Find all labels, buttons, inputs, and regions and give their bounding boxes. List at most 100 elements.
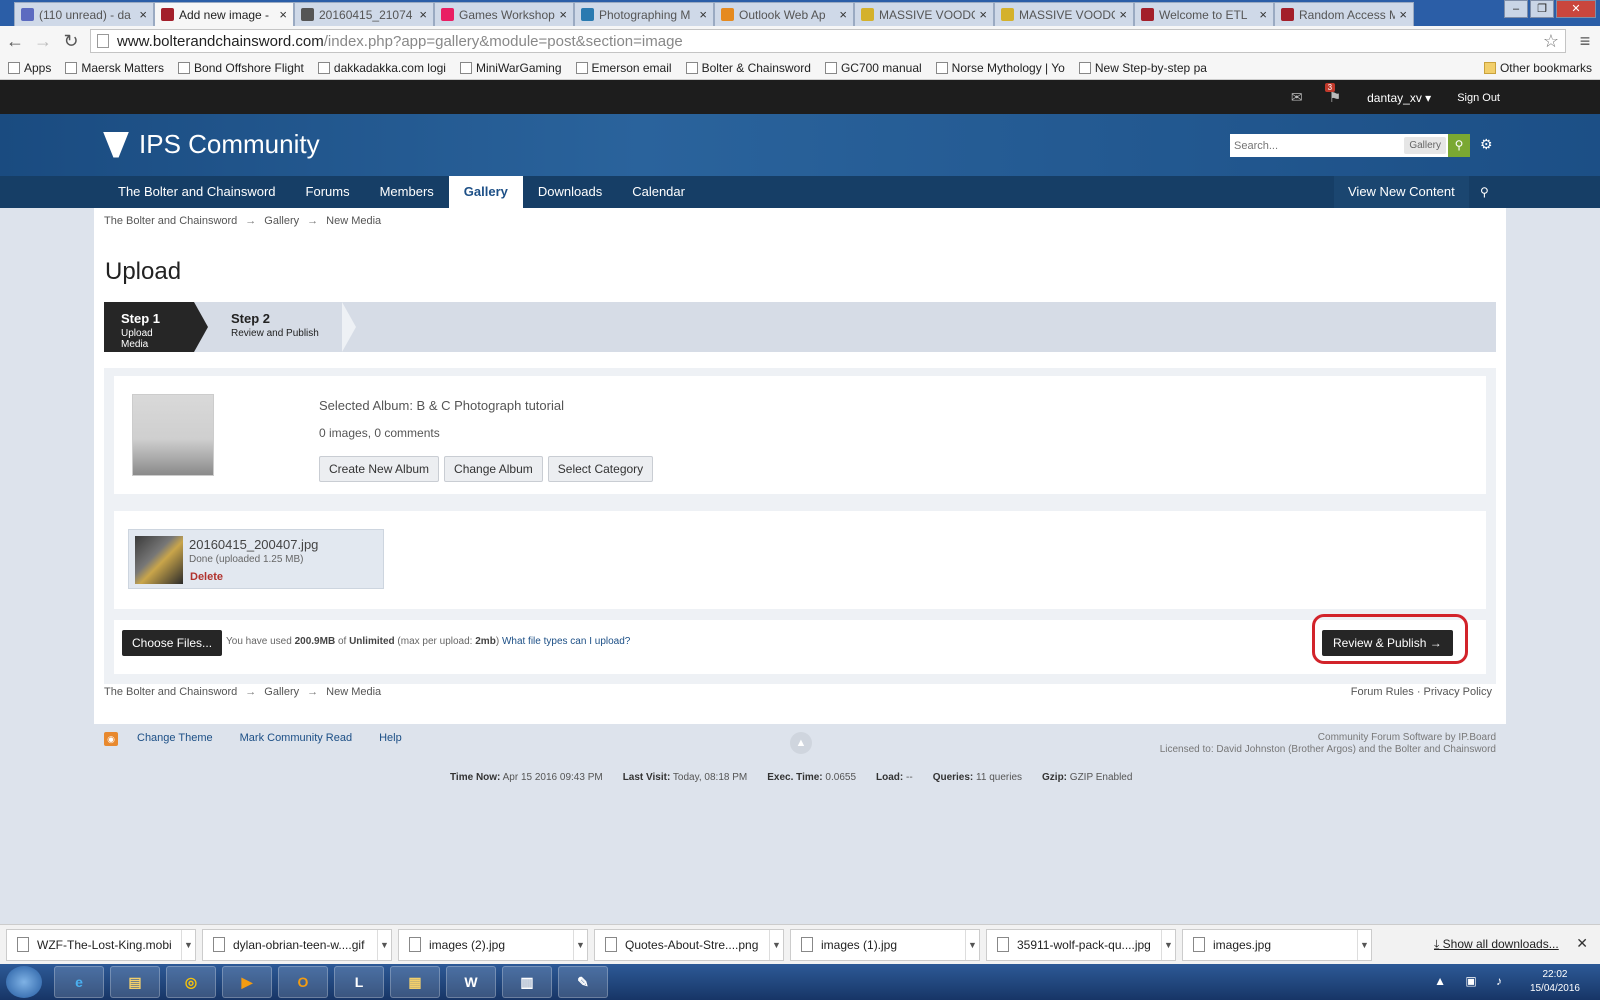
- lync-icon[interactable]: L: [334, 966, 384, 998]
- forward-icon[interactable]: →: [34, 31, 52, 52]
- other-bookmarks[interactable]: Other bookmarks: [1483, 61, 1592, 75]
- search-scope[interactable]: Gallery: [1404, 137, 1446, 154]
- tab-close-icon[interactable]: ×: [979, 7, 987, 22]
- start-button[interactable]: [6, 966, 42, 998]
- nav-tab-gallery[interactable]: Gallery: [448, 176, 523, 208]
- star-icon[interactable]: ☆: [1543, 31, 1559, 52]
- breadcrumb-item[interactable]: New Media: [326, 686, 381, 698]
- tab-close-icon[interactable]: ×: [1259, 7, 1267, 22]
- browser-tab[interactable]: (110 unread) - da ×: [14, 2, 154, 26]
- search-icon[interactable]: ⚲: [1448, 134, 1470, 157]
- paint-icon[interactable]: ✎: [558, 966, 608, 998]
- bookmark-item[interactable]: Bolter & Chainsword: [685, 61, 811, 75]
- download-menu-icon[interactable]: ▼: [377, 929, 391, 960]
- sign-out-link[interactable]: Sign Out: [1457, 92, 1500, 104]
- gear-icon[interactable]: ⚙: [1480, 136, 1493, 153]
- username-menu[interactable]: dantay_xv ▾: [1367, 91, 1431, 105]
- inbox-icon[interactable]: ✉: [1291, 89, 1303, 106]
- footer-link[interactable]: Change Theme: [137, 732, 213, 744]
- bookmark-item[interactable]: Emerson email: [575, 61, 672, 75]
- bookmark-item[interactable]: Bond Offshore Flight: [178, 61, 304, 75]
- menu-icon[interactable]: ≡: [1576, 31, 1594, 52]
- footer-link[interactable]: Mark Community Read: [240, 732, 352, 744]
- download-item[interactable]: images.jpg ▼: [1182, 928, 1372, 961]
- delete-file-link[interactable]: Delete: [190, 571, 223, 583]
- explorer-icon[interactable]: ▤: [110, 966, 160, 998]
- browser-tab[interactable]: Welcome to ETL ×: [1134, 2, 1274, 26]
- download-item[interactable]: images (1).jpg ▼: [790, 928, 980, 961]
- back-to-top-icon[interactable]: ▲: [790, 732, 812, 754]
- download-item[interactable]: dylan-obrian-teen-w....gif ▼: [202, 928, 392, 961]
- breadcrumb-item[interactable]: The Bolter and Chainsword: [104, 215, 237, 227]
- review-publish-button[interactable]: Review & Publish →: [1322, 630, 1453, 656]
- back-icon[interactable]: ←: [6, 31, 24, 52]
- media-player-icon[interactable]: ▶: [222, 966, 272, 998]
- app-icon[interactable]: ▦: [390, 966, 440, 998]
- nav-tab-downloads[interactable]: Downloads: [523, 176, 617, 208]
- choose-files-button[interactable]: Choose Files...: [122, 630, 223, 656]
- download-item[interactable]: WZF-The-Lost-King.mobi ▼: [6, 928, 196, 961]
- maximize-button[interactable]: ❐: [1530, 0, 1554, 18]
- download-menu-icon[interactable]: ▼: [573, 929, 587, 960]
- clock[interactable]: 22:02 15/04/2016: [1530, 968, 1580, 996]
- bookmark-item[interactable]: Norse Mythology | Yo: [935, 61, 1065, 75]
- download-item[interactable]: Quotes-About-Stre....png ▼: [594, 928, 784, 961]
- browser-tab[interactable]: Add new image - ×: [154, 2, 294, 26]
- browser-tab[interactable]: Games Workshop ×: [434, 2, 574, 26]
- browser-tab[interactable]: Random Access M ×: [1274, 2, 1414, 26]
- bookmark-item[interactable]: GC700 manual: [824, 61, 922, 75]
- site-logo[interactable]: IPS Community: [103, 129, 320, 160]
- rss-icon[interactable]: ◉: [104, 732, 118, 746]
- tab-close-icon[interactable]: ×: [839, 7, 847, 22]
- browser-tab[interactable]: MASSIVE VOODO ×: [994, 2, 1134, 26]
- footer-links[interactable]: Forum Rules · Privacy Policy: [1351, 686, 1492, 698]
- tab-close-icon[interactable]: ×: [559, 7, 567, 22]
- nav-tab-members[interactable]: Members: [365, 176, 449, 208]
- bookmark-item[interactable]: MiniWarGaming: [459, 61, 562, 75]
- download-menu-icon[interactable]: ▼: [1161, 929, 1175, 960]
- outlook-icon[interactable]: O: [278, 966, 328, 998]
- nav-tab-calendar[interactable]: Calendar: [617, 176, 700, 208]
- select-category-button[interactable]: Select Category: [547, 456, 654, 482]
- notifications-icon[interactable]: ⚑ 3: [1324, 83, 1341, 106]
- browser-tab[interactable]: MASSIVE VOODO ×: [854, 2, 994, 26]
- software-credit[interactable]: Community Forum Software by IP.Board: [1160, 732, 1496, 744]
- breadcrumb-item[interactable]: New Media: [326, 215, 381, 227]
- search-input[interactable]: [1230, 135, 1405, 156]
- download-menu-icon[interactable]: ▼: [965, 929, 979, 960]
- close-icon[interactable]: ✕: [1576, 935, 1588, 952]
- ie-icon[interactable]: e: [54, 966, 104, 998]
- bookmark-item[interactable]: New Step-by-step pa: [1078, 61, 1207, 75]
- download-item[interactable]: images (2).jpg ▼: [398, 928, 588, 961]
- footer-link[interactable]: Help: [379, 732, 402, 744]
- tab-close-icon[interactable]: ×: [419, 7, 427, 22]
- reload-icon[interactable]: ↻: [62, 31, 80, 52]
- download-menu-icon[interactable]: ▼: [769, 929, 783, 960]
- view-new-content-link[interactable]: View New Content: [1334, 176, 1469, 208]
- bookmark-item[interactable]: dakkadakka.com logi: [317, 61, 446, 75]
- chrome-icon[interactable]: ◎: [166, 966, 216, 998]
- breadcrumb-item[interactable]: The Bolter and Chainsword: [104, 686, 237, 698]
- show-all-downloads-link[interactable]: ⤓ Show all downloads...: [1434, 937, 1559, 952]
- url-bar[interactable]: www.bolterandchainsword.com/index.php?ap…: [90, 29, 1566, 53]
- browser-tab[interactable]: Photographing M ×: [574, 2, 714, 26]
- word-icon[interactable]: W: [446, 966, 496, 998]
- browser-tab[interactable]: Outlook Web Ap ×: [714, 2, 854, 26]
- notepad-icon[interactable]: ▥: [502, 966, 552, 998]
- file-types-link[interactable]: What file types can I upload?: [502, 636, 630, 647]
- download-menu-icon[interactable]: ▼: [1357, 929, 1371, 960]
- download-menu-icon[interactable]: ▼: [181, 929, 195, 960]
- change-album-button[interactable]: Change Album: [444, 456, 543, 482]
- tab-close-icon[interactable]: ×: [1399, 7, 1407, 22]
- nav-tab-forums[interactable]: Forums: [291, 176, 365, 208]
- minimize-button[interactable]: –: [1504, 0, 1528, 18]
- browser-tab[interactable]: 20160415_21074 ×: [294, 2, 434, 26]
- window-close-button[interactable]: ✕: [1556, 0, 1596, 18]
- tab-close-icon[interactable]: ×: [699, 7, 707, 22]
- nav-tab-the-bolter-and-chainsword[interactable]: The Bolter and Chainsword: [103, 176, 291, 208]
- breadcrumb-item[interactable]: Gallery: [264, 686, 299, 698]
- tab-close-icon[interactable]: ×: [279, 7, 287, 22]
- bookmark-item[interactable]: Apps: [8, 61, 51, 75]
- create-new-album-button[interactable]: Create New Album: [319, 456, 440, 482]
- location-pin-icon[interactable]: ⚲: [1470, 176, 1499, 208]
